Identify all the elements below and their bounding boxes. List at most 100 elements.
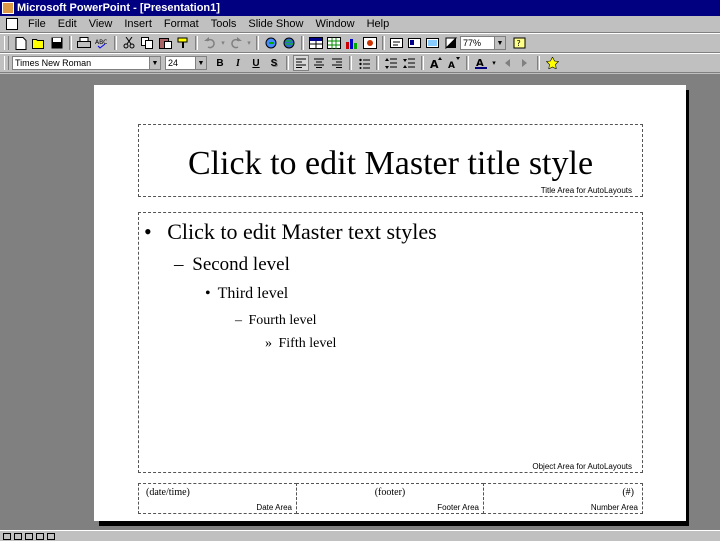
slide-layout-icon[interactable] [407, 35, 423, 51]
menu-slide-show[interactable]: Slide Show [242, 18, 309, 30]
level-text: Click to edit Master text styles [167, 219, 437, 244]
cut-icon[interactable] [121, 35, 137, 51]
demote-icon[interactable] [517, 55, 533, 71]
print-icon[interactable] [76, 35, 92, 51]
powerpoint-app-icon[interactable] [2, 2, 14, 14]
font-color-dropdown-icon[interactable]: ▾ [491, 55, 497, 71]
undo-dropdown-icon[interactable]: ▾ [220, 35, 226, 51]
open-icon[interactable] [31, 35, 47, 51]
bullet: • [144, 219, 152, 244]
outline-view-icon[interactable] [14, 532, 22, 540]
decrease-font-size-icon[interactable]: A [446, 55, 462, 71]
number-placeholder[interactable]: (#) Number Area [483, 483, 643, 514]
hyperlink-icon[interactable] [263, 35, 279, 51]
insert-word-table-icon[interactable] [308, 35, 324, 51]
insert-chart-icon[interactable] [344, 35, 360, 51]
document-icon[interactable] [6, 18, 18, 30]
level-text: Third level [217, 285, 289, 302]
office-assistant-icon[interactable]: ? [511, 35, 527, 51]
font-size-box[interactable]: 24 [165, 56, 195, 70]
level-text: Second level [192, 254, 290, 275]
font-name-box[interactable]: Times New Roman [12, 56, 149, 70]
underline-button[interactable]: U [248, 55, 264, 71]
insert-excel-sheet-icon[interactable] [326, 35, 342, 51]
title-bar: Microsoft PowerPoint - [Presentation1] [0, 0, 720, 16]
zoom-dropdown-icon[interactable]: ▼ [494, 36, 506, 50]
body-level-5[interactable]: » Fifth level [265, 336, 336, 352]
redo-dropdown-icon[interactable]: ▾ [246, 35, 252, 51]
italic-button[interactable]: I [230, 55, 246, 71]
increase-paragraph-spacing-icon[interactable] [383, 55, 399, 71]
slide-show-view-icon[interactable] [47, 532, 55, 540]
title-placeholder[interactable]: Click to edit Master title style Title A… [138, 124, 643, 197]
toolbar-grip[interactable] [4, 56, 9, 70]
bold-button[interactable]: B [212, 55, 228, 71]
normal-view-icon[interactable] [3, 532, 11, 540]
copy-icon[interactable] [139, 35, 155, 51]
menu-tools[interactable]: Tools [205, 18, 243, 30]
menu-insert[interactable]: Insert [118, 18, 158, 30]
level-text: Fifth level [278, 336, 337, 351]
black-and-white-view-icon[interactable] [443, 35, 459, 51]
toolbar-separator [421, 56, 424, 70]
font-name-dropdown-icon[interactable]: ▼ [149, 56, 161, 70]
toolbar-separator [382, 36, 385, 50]
footer-value: (footer) [374, 487, 406, 498]
undo-icon[interactable] [202, 35, 218, 51]
body-level-2[interactable]: – Second level [174, 254, 290, 276]
align-center-icon[interactable] [311, 55, 327, 71]
body-level-1[interactable]: • Click to edit Master text styles [144, 219, 437, 245]
toolbar-separator [466, 56, 469, 70]
bullet: » [265, 336, 272, 351]
menu-file[interactable]: File [22, 18, 52, 30]
toolbar-separator [301, 36, 304, 50]
menu-format[interactable]: Format [158, 18, 205, 30]
number-value: (#) [622, 487, 634, 498]
font-size-dropdown-icon[interactable]: ▼ [195, 56, 207, 70]
date-area-label: Date Area [256, 503, 292, 512]
slide-view-icon[interactable] [25, 532, 33, 540]
svg-text:ABC: ABC [95, 39, 107, 46]
body-placeholder[interactable]: • Click to edit Master text styles – Sec… [138, 212, 643, 473]
bullet: • [205, 285, 211, 302]
redo-icon[interactable] [228, 35, 244, 51]
svg-text:A: A [448, 61, 455, 69]
toolbar-separator [376, 56, 379, 70]
footer-placeholder[interactable]: (footer) Footer Area [296, 483, 484, 514]
spelling-icon[interactable]: ABC [94, 35, 110, 51]
animation-effects-icon[interactable] [544, 55, 560, 71]
insert-clip-art-icon[interactable] [362, 35, 378, 51]
menu-view[interactable]: View [83, 18, 119, 30]
bullets-icon[interactable] [356, 55, 372, 71]
new-slide-icon[interactable] [389, 35, 405, 51]
align-right-icon[interactable] [329, 55, 345, 71]
font-color-icon[interactable]: A [473, 55, 489, 71]
menu-edit[interactable]: Edit [52, 18, 83, 30]
zoom-box[interactable]: 77% [460, 36, 494, 50]
align-left-icon[interactable] [293, 55, 309, 71]
date-placeholder[interactable]: (date/time) Date Area [138, 483, 297, 514]
save-icon[interactable] [49, 35, 65, 51]
date-value: (date/time) [146, 487, 190, 498]
slide-master[interactable]: Click to edit Master title style Title A… [94, 85, 686, 521]
slide-sorter-view-icon[interactable] [36, 532, 44, 540]
format-painter-icon[interactable] [175, 35, 191, 51]
menu-window[interactable]: Window [309, 18, 360, 30]
level-text: Fourth level [248, 313, 317, 328]
toolbar-separator [69, 36, 72, 50]
promote-icon[interactable] [499, 55, 515, 71]
apply-design-icon[interactable] [425, 35, 441, 51]
body-level-3[interactable]: • Third level [205, 285, 288, 303]
web-toolbar-icon[interactable] [281, 35, 297, 51]
paste-icon[interactable] [157, 35, 173, 51]
shadow-button[interactable]: S [266, 55, 282, 71]
decrease-paragraph-spacing-icon[interactable] [401, 55, 417, 71]
new-icon[interactable] [13, 35, 29, 51]
body-level-4[interactable]: – Fourth level [235, 313, 317, 329]
font-name-value: Times New Roman [15, 58, 92, 68]
formatting-toolbar: Times New Roman ▼ 24 ▼ B I U S A A A ▾ [0, 53, 720, 73]
menu-help[interactable]: Help [361, 18, 396, 30]
slide-title[interactable]: Click to edit Master title style [139, 145, 642, 183]
toolbar-grip[interactable] [4, 36, 9, 50]
increase-font-size-icon[interactable]: A [428, 55, 444, 71]
